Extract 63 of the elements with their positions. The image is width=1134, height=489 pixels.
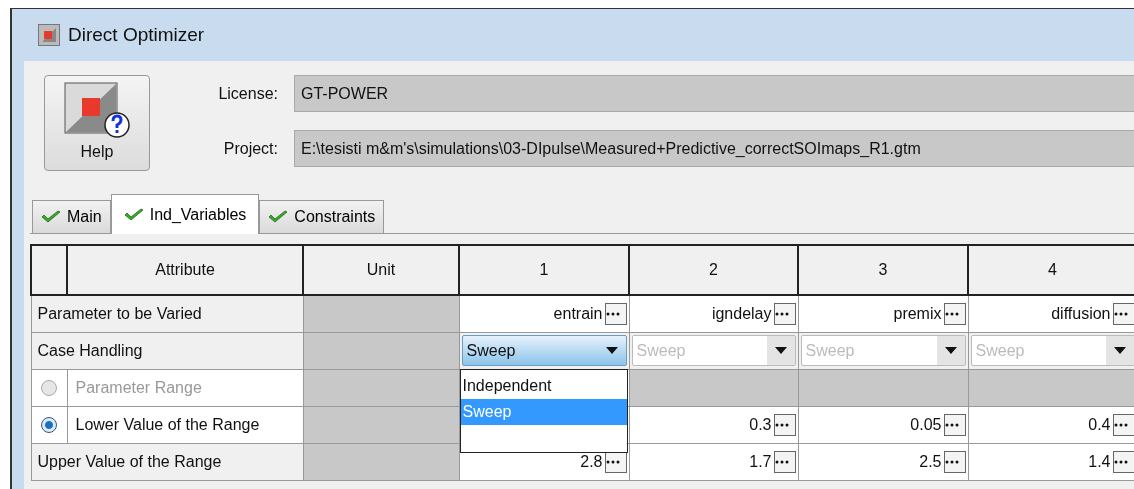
ellipsis-icon: [944, 422, 959, 427]
dropdown[interactable]: Sweep: [461, 335, 627, 366]
check-icon: [268, 210, 289, 224]
ellipsis-icon: [944, 311, 959, 316]
table-cell-text: premix: [893, 303, 942, 324]
ellipsis-button[interactable]: [604, 302, 627, 325]
radio-button[interactable]: [41, 417, 57, 434]
attribute-cell: Parameter to be Varied: [31, 295, 303, 332]
table-cell-text: 2.8: [580, 451, 603, 472]
license-field: GT-POWER: [294, 75, 1134, 112]
table-cell-text: 1.4: [1088, 451, 1111, 472]
table-cell-text: entrain: [553, 303, 603, 324]
window-title: Direct Optimizer: [68, 22, 205, 47]
tab[interactable]: Constraints: [259, 200, 385, 233]
attribute-cell: Upper Value of the Range: [31, 443, 303, 480]
app-icon: [38, 24, 60, 46]
ellipsis-icon: [1113, 459, 1128, 464]
table-cell-text: diffusion: [1051, 303, 1111, 324]
attribute-cell: Lower Value of the Range: [67, 406, 303, 443]
check-icon: [41, 210, 61, 224]
ellipsis-icon: [774, 459, 789, 464]
column-header: 2: [629, 245, 798, 295]
license-label: License:: [217, 83, 278, 104]
ellipsis-icon: [1113, 422, 1128, 427]
project-label: Project:: [222, 138, 278, 159]
column-header: Attribute: [67, 245, 303, 295]
ellipsis-icon: [944, 459, 959, 464]
ellipsis-button[interactable]: [773, 302, 796, 325]
table-cell-text: 0.05: [910, 414, 942, 435]
tab[interactable]: Ind_Variables: [110, 194, 260, 234]
check-icon: [123, 207, 144, 222]
table-cell-text: 2.5: [919, 451, 942, 472]
ellipsis-icon: [605, 311, 620, 316]
ellipsis-button[interactable]: [1112, 302, 1134, 325]
table-cell-text: 1.7: [749, 451, 772, 472]
project-field: E:\tesisti m&m's\simulations\03-DIpulse\Measured+Predictive_correctSOImaps_R1.gtm: [294, 130, 1134, 167]
table-cell-text: igndelay: [711, 303, 772, 324]
caret-icon: [944, 347, 957, 354]
attribute-cell: Case Handling: [31, 332, 303, 369]
caret-icon: [774, 347, 787, 354]
column-header: 3: [798, 245, 968, 295]
help-icon: [64, 82, 130, 140]
caret-icon: [1113, 347, 1126, 354]
table-cell-text: 0.4: [1088, 414, 1111, 435]
caret-icon: [605, 347, 618, 354]
attribute-cell: Parameter Range: [67, 369, 303, 406]
ellipsis-button[interactable]: [773, 450, 796, 473]
ellipsis-icon: [774, 311, 789, 316]
ellipsis-button[interactable]: [943, 302, 966, 325]
column-header: 4: [968, 245, 1134, 295]
ellipsis-button[interactable]: [943, 450, 966, 473]
ellipsis-icon: [1113, 311, 1128, 316]
ellipsis-icon: [605, 459, 620, 464]
tab[interactable]: Main: [32, 200, 111, 233]
help-button[interactable]: Help: [44, 75, 150, 171]
ellipsis-button[interactable]: [773, 413, 796, 436]
ellipsis-icon: [774, 422, 789, 427]
column-header: 1: [459, 245, 629, 295]
ellipsis-button[interactable]: [943, 413, 966, 436]
table-cell-text: 0.3: [749, 414, 772, 435]
ellipsis-button[interactable]: [1112, 450, 1134, 473]
ellipsis-button[interactable]: [1112, 413, 1134, 436]
column-header: Unit: [303, 245, 459, 295]
